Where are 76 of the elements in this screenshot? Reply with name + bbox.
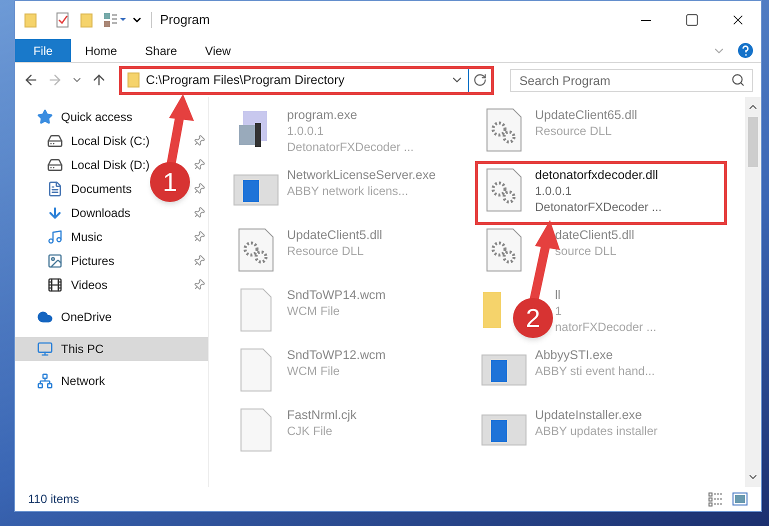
file-detail: DetonatorFXDecoder ... (287, 139, 414, 155)
ribbon-tab[interactable]: Share (131, 39, 192, 62)
file-name: UpdateClient5.dll (287, 227, 382, 243)
address-path: C:\Program Files\Program Directory (146, 72, 346, 89)
sidebar-item[interactable]: Downloads (71, 204, 130, 222)
file-name: UpdateInstaller.exe (535, 407, 644, 423)
sidebar-item[interactable]: Pictures (71, 252, 114, 270)
network-icon (37, 373, 53, 389)
file-name: NetworkLicenseServer.exe (287, 167, 436, 183)
star-icon (37, 109, 53, 125)
file-detail: ABBY sti event hand... (535, 363, 655, 379)
sidebar-item[interactable]: Network (61, 372, 106, 390)
sidebar-item[interactable]: Videos (71, 276, 108, 294)
file-detail: Resource DLL (535, 123, 613, 139)
film-icon (47, 277, 63, 293)
sidebar-item[interactable]: Local Disk (C:) (71, 132, 150, 150)
address-bar[interactable]: C:\Program Files\Program Directory (118, 66, 494, 94)
drive-icon (47, 133, 63, 149)
large-icons-view-icon[interactable] (732, 491, 748, 507)
file-detail: 1.0.0.1 (535, 183, 573, 199)
help-icon[interactable] (738, 43, 753, 58)
maximize-icon (685, 13, 699, 27)
drive-icon (47, 157, 63, 173)
pictures-icon (47, 253, 63, 269)
sidebar-item[interactable]: Quick access (61, 108, 132, 126)
sidebar-item[interactable]: Documents (71, 180, 132, 198)
file-detail: ABBY network licens... (287, 183, 410, 199)
up-icon[interactable] (90, 72, 107, 88)
search-field[interactable]: Search Program (510, 69, 753, 92)
file-detail: 1.0.0.1 (287, 123, 325, 139)
file-detail: DetonatorFXDecoder ... (535, 199, 662, 215)
file-name: UpdateClient65.dll (535, 107, 638, 123)
file-name: detonatorfxdecoder.dll (535, 167, 660, 183)
file-name: SndToWP12.wcm (287, 347, 386, 363)
new-folder-icon[interactable] (79, 12, 95, 28)
file-label[interactable]: detonatorfxdecoder.dll 1.0.0.1 DetonatorFXDecoder ... (535, 167, 662, 215)
file-detail: Resource DLL (287, 243, 365, 259)
forward-icon[interactable] (46, 72, 63, 88)
document-icon (47, 181, 63, 197)
file-name: AbbyySTI.exe (535, 347, 614, 363)
refresh-icon[interactable] (473, 73, 488, 87)
music-icon (47, 229, 63, 245)
file-detail: WCM File (287, 363, 341, 379)
item-count: 110 items (28, 491, 80, 508)
ribbon-tab[interactable]: Home (71, 39, 132, 62)
window-title: Program (160, 11, 210, 30)
sidebar-item[interactable]: OneDrive (61, 308, 112, 326)
properties-icon[interactable] (55, 12, 71, 28)
file-name: dateClient5.dll (555, 227, 634, 243)
file-name: FastNrml.cjk (287, 407, 356, 423)
file-detail: ABBY updates installer (535, 423, 658, 439)
folder-icon (483, 292, 501, 328)
file-tab[interactable]: File (15, 39, 71, 62)
file-detail: natorFXDecoder ... (555, 319, 656, 335)
sidebar-item[interactable]: Local Disk (D:) (71, 156, 150, 174)
folder-icon (126, 72, 142, 88)
view-options-icon[interactable] (103, 12, 127, 28)
search-icon (730, 72, 745, 86)
file-detail: CJK File (287, 423, 334, 439)
file-name: program.exe (287, 107, 358, 123)
details-view-icon[interactable] (708, 491, 724, 507)
scroll-thumb[interactable] (748, 117, 758, 167)
cloud-icon (37, 309, 53, 325)
sidebar-item[interactable]: Music (71, 228, 102, 246)
download-icon (47, 205, 63, 221)
folder-icon (23, 12, 39, 28)
monitor-icon (37, 341, 53, 357)
sidebar-item[interactable]: This PC (61, 340, 104, 358)
file-detail: WCM File (287, 303, 341, 319)
file-name: ll (555, 287, 562, 303)
file-name: SndToWP14.wcm (287, 287, 386, 303)
back-icon[interactable] (23, 72, 39, 88)
ribbon-tab[interactable]: View (191, 39, 245, 62)
file-detail: source DLL (555, 243, 618, 259)
scrollbar[interactable] (745, 97, 761, 487)
file-detail: 1 (555, 303, 563, 319)
